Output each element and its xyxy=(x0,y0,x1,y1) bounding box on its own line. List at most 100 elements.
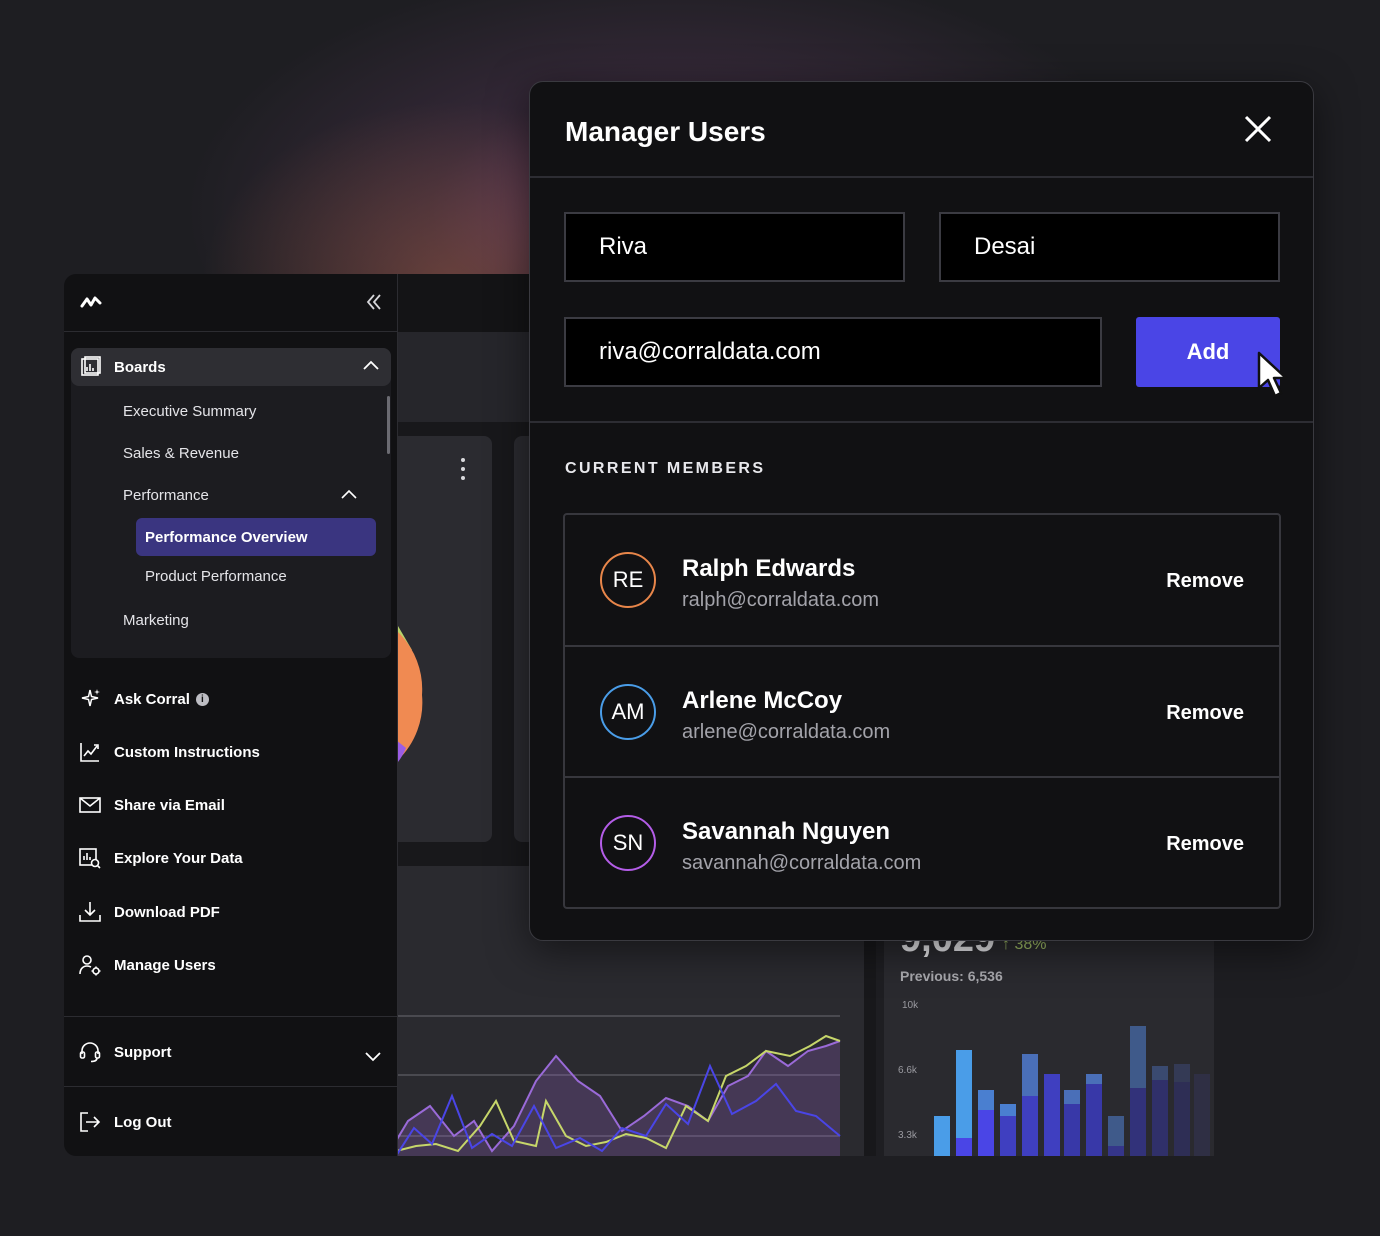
bar xyxy=(1174,1064,1190,1082)
bar xyxy=(1000,1116,1016,1156)
menu-support-label: Support xyxy=(114,1043,172,1061)
bar xyxy=(1174,1082,1190,1156)
bar xyxy=(1130,1026,1146,1088)
bar-chart-panel: 9,029 ↑ 38% Previous: 6,536 10k 6.6k 3.3… xyxy=(884,918,1214,1156)
menu-share-email[interactable]: Share via Email xyxy=(78,791,225,819)
divider xyxy=(64,1016,398,1017)
remove-button[interactable]: Remove xyxy=(1166,702,1244,725)
info-icon[interactable]: i xyxy=(195,692,209,706)
chevron-up-icon[interactable] xyxy=(339,486,359,502)
bar-group xyxy=(934,1026,1210,1156)
sidebar-header xyxy=(64,274,397,332)
avatar: AM xyxy=(600,684,656,740)
bar xyxy=(1152,1080,1168,1156)
menu-support[interactable]: Support xyxy=(78,1038,172,1066)
bar xyxy=(956,1050,972,1138)
more-options-icon[interactable] xyxy=(456,458,470,486)
email-field[interactable]: riva@corraldata.com xyxy=(564,317,1102,387)
logout-icon xyxy=(80,1112,101,1132)
sidebar: Boards Executive Summary Sales & Revenue… xyxy=(64,274,398,1156)
boards-label: Boards xyxy=(114,358,166,376)
axis-tick-label: 3.3k xyxy=(898,1130,918,1141)
area-series-purple xyxy=(396,1041,840,1156)
member-row: SN Savannah Nguyen savannah@corraldata.c… xyxy=(565,776,1279,907)
nav-performance-overview[interactable]: Performance Overview xyxy=(136,518,376,556)
nav-executive-summary[interactable]: Executive Summary xyxy=(123,403,256,420)
bar xyxy=(1194,1074,1210,1156)
boards-section: Boards Executive Summary Sales & Revenue… xyxy=(71,348,391,658)
chevron-up-icon[interactable] xyxy=(361,356,381,376)
menu-manage-users[interactable]: Manage Users xyxy=(78,951,216,979)
search-data-icon xyxy=(79,848,101,869)
manage-users-modal: Manager Users Riva Desai riva@corraldata… xyxy=(529,81,1314,941)
member-name: Arlene McCoy xyxy=(682,687,843,714)
nav-product-performance[interactable]: Product Performance xyxy=(145,568,287,585)
modal-title: Manager Users xyxy=(565,116,766,147)
axis-tick-label: 6.6k xyxy=(898,1065,918,1076)
bar xyxy=(1152,1066,1168,1080)
download-icon xyxy=(79,902,101,922)
menu-manage-users-label: Manage Users xyxy=(114,956,216,974)
menu-download-pdf-label: Download PDF xyxy=(114,903,220,921)
last-name-field[interactable]: Desai xyxy=(939,212,1280,282)
bar xyxy=(956,1138,972,1156)
menu-download-pdf[interactable]: Download PDF xyxy=(78,898,220,926)
menu-log-out[interactable]: Log Out xyxy=(78,1108,171,1136)
nav-sales-revenue[interactable]: Sales & Revenue xyxy=(123,445,239,462)
menu-share-email-label: Share via Email xyxy=(114,796,225,814)
menu-custom-instructions-label: Custom Instructions xyxy=(114,743,260,761)
menu-log-out-label: Log Out xyxy=(114,1113,172,1131)
bar xyxy=(1064,1104,1080,1156)
bar xyxy=(1022,1054,1038,1096)
menu-custom-instructions[interactable]: Custom Instructions xyxy=(78,738,260,766)
chevron-down-icon[interactable] xyxy=(363,1046,383,1066)
menu-ask-corral-label: Ask Corral xyxy=(114,690,190,708)
member-name: Ralph Edwards xyxy=(682,555,856,582)
axis-tick-label: 10k xyxy=(902,1000,919,1011)
remove-button[interactable]: Remove xyxy=(1166,570,1244,593)
pie-slice-orange xyxy=(396,632,423,760)
bar xyxy=(1064,1090,1080,1104)
sparkle-icon xyxy=(81,689,100,707)
mail-icon xyxy=(79,797,101,813)
divider xyxy=(530,421,1313,423)
users-gear-icon xyxy=(79,955,101,976)
bar xyxy=(1086,1084,1102,1156)
close-icon[interactable] xyxy=(1243,114,1273,144)
bar xyxy=(1022,1096,1038,1156)
bar xyxy=(1108,1116,1124,1146)
nav-performance[interactable]: Performance xyxy=(123,487,209,504)
bar xyxy=(1000,1104,1016,1116)
scrollbar-thumb[interactable] xyxy=(387,396,390,454)
logo-icon[interactable] xyxy=(80,294,102,315)
pointer-cursor-icon xyxy=(1257,351,1288,398)
bar xyxy=(978,1090,994,1110)
member-email: savannah@corraldata.com xyxy=(682,852,922,874)
bar xyxy=(1086,1074,1102,1084)
headset-icon xyxy=(79,1042,101,1063)
bar xyxy=(1044,1074,1060,1156)
chart-edit-icon xyxy=(80,743,99,762)
first-name-field[interactable]: Riva xyxy=(564,212,905,282)
member-row: AM Arlene McCoy arlene@corraldata.com Re… xyxy=(565,645,1279,776)
avatar: SN xyxy=(600,815,656,871)
menu-ask-corral[interactable]: Ask Corral i xyxy=(78,685,209,713)
menu-explore-data[interactable]: Explore Your Data xyxy=(78,844,243,872)
bar xyxy=(978,1110,994,1156)
boards-toggle[interactable]: Boards xyxy=(71,348,391,386)
divider xyxy=(530,176,1313,178)
avatar: RE xyxy=(600,552,656,608)
pie-chart-fragment xyxy=(396,620,436,770)
menu-explore-data-label: Explore Your Data xyxy=(114,849,243,867)
current-members-heading: CURRENT MEMBERS xyxy=(565,460,766,477)
bar xyxy=(934,1116,950,1156)
members-list: RE Ralph Edwards ralph@corraldata.com Re… xyxy=(563,513,1281,909)
member-email: ralph@corraldata.com xyxy=(682,589,880,611)
collapse-sidebar-icon[interactable] xyxy=(365,292,383,318)
member-email: arlene@corraldata.com xyxy=(682,721,891,743)
remove-button[interactable]: Remove xyxy=(1166,833,1244,856)
member-row: RE Ralph Edwards ralph@corraldata.com Re… xyxy=(565,515,1279,646)
member-name: Savannah Nguyen xyxy=(682,818,891,845)
bar xyxy=(1108,1146,1124,1156)
nav-marketing[interactable]: Marketing xyxy=(123,612,189,629)
